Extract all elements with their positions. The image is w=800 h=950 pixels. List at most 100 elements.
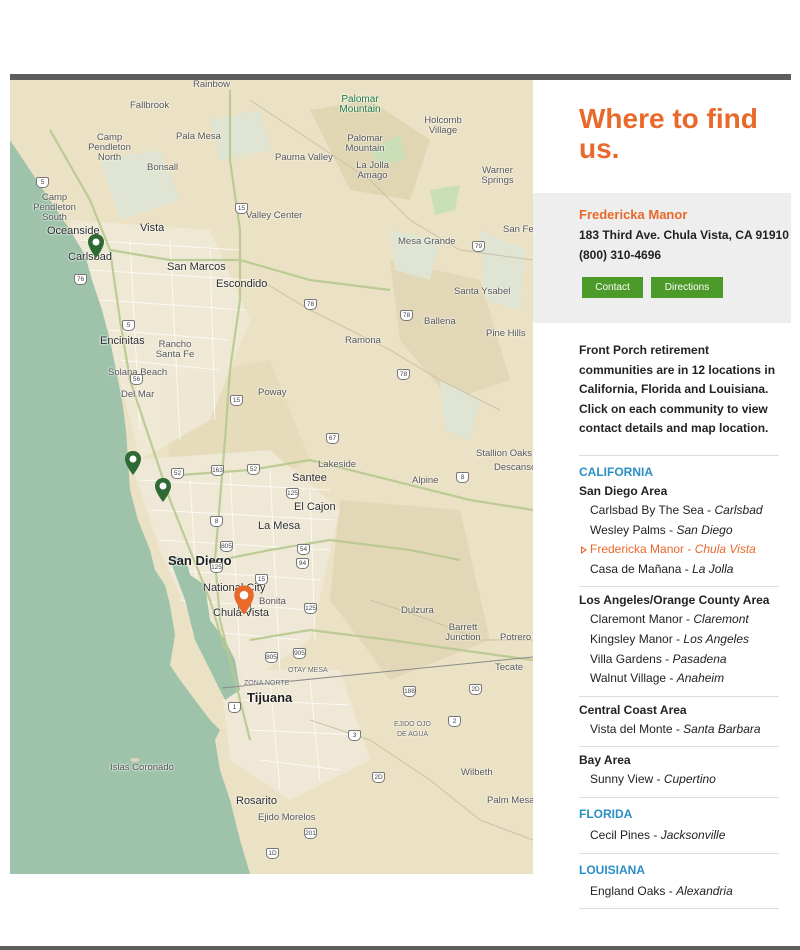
location-name: Wesley Palms bbox=[590, 522, 666, 537]
state-heading[interactable]: FLORIDA bbox=[579, 807, 779, 823]
selected-location-address: 183 Third Ave. Chula Vista, CA 91910 bbox=[579, 228, 789, 242]
map-label: La Jolla Amago bbox=[356, 160, 389, 181]
map-label: Rosarito bbox=[236, 795, 277, 807]
highway-shield: 8 bbox=[210, 516, 223, 527]
state-heading[interactable]: LOUISIANA bbox=[579, 863, 779, 879]
directions-button[interactable]: Directions bbox=[651, 277, 723, 298]
area-group: Central Coast Area Vista del Monte - San… bbox=[579, 703, 779, 748]
location-city: Los Angeles bbox=[683, 631, 749, 646]
map-label: Fallbrook bbox=[130, 100, 170, 111]
highway-shield: 125 bbox=[286, 488, 299, 499]
location-item[interactable]: Sunny View - Cupertino bbox=[579, 770, 779, 790]
map-label: Rancho Santa Fe bbox=[155, 339, 195, 360]
highway-shield: 76 bbox=[74, 274, 87, 285]
map[interactable]: Rainbow Fallbrook Palomar Mountain Holco… bbox=[10, 80, 533, 874]
highway-shield: 125 bbox=[210, 562, 223, 573]
location-city: Santa Barbara bbox=[683, 721, 761, 736]
location-item[interactable]: Cecil Pines - Jacksonville bbox=[579, 826, 779, 846]
map-label: Barrett Junction bbox=[445, 622, 481, 643]
location-item[interactable]: Walnut Village - Anaheim bbox=[579, 669, 779, 689]
map-label: Palomar Mountain bbox=[345, 133, 385, 154]
selected-location-card: Fredericka Manor 183 Third Ave. Chula Vi… bbox=[533, 193, 791, 323]
map-label: San Marcos bbox=[167, 261, 226, 273]
map-pin-carlsbad[interactable] bbox=[87, 234, 105, 258]
location-city: Anaheim bbox=[676, 671, 725, 686]
map-pin-la-jolla[interactable] bbox=[124, 451, 142, 475]
highway-shield: 805 bbox=[265, 652, 278, 663]
map-label: Tecate bbox=[495, 662, 523, 673]
location-item-active[interactable]: Fredericka Manor - Chula Vista bbox=[579, 540, 779, 560]
map-label: San Fel bbox=[503, 224, 533, 235]
area-heading: Central Coast Area bbox=[579, 702, 687, 717]
map-label: Bonita bbox=[259, 596, 286, 607]
map-label: Vista bbox=[140, 222, 165, 234]
locations-panel: Where to find us. Fredericka Manor 183 T… bbox=[533, 80, 791, 946]
map-label: Ballena bbox=[424, 316, 456, 327]
page-title: Where to find us. bbox=[579, 103, 758, 164]
area-group: San Diego Area Carlsbad By The Sea - Car… bbox=[579, 484, 779, 588]
map-label: Palm Mesa bbox=[487, 795, 533, 806]
location-item[interactable]: Villa Gardens - Pasadena bbox=[579, 650, 779, 670]
highway-shield: 94 bbox=[296, 558, 309, 569]
highway-shield: 56 bbox=[130, 374, 143, 385]
location-city: Claremont bbox=[693, 612, 749, 627]
highway-shield: 125 bbox=[304, 603, 317, 614]
state-group: FLORIDA Cecil Pines - Jacksonville bbox=[579, 807, 779, 854]
map-label: Wilbeth bbox=[461, 767, 493, 778]
highway-shield: 163 bbox=[211, 465, 224, 476]
map-label: Lakeside bbox=[318, 459, 357, 470]
map-label: Camp Pendleton North bbox=[88, 132, 131, 163]
map-label: Holcomb Village bbox=[424, 115, 462, 136]
location-name: Fredericka Manor bbox=[590, 542, 685, 557]
highway-shield: 78 bbox=[400, 310, 413, 321]
map-pin-chula-vista-selected[interactable] bbox=[233, 583, 255, 617]
map-pin-san-diego[interactable] bbox=[154, 478, 172, 502]
bottom-divider bbox=[0, 946, 800, 950]
highway-shield: 15 bbox=[230, 395, 243, 406]
location-name: Cecil Pines bbox=[590, 827, 651, 842]
map-label: Ramona bbox=[345, 335, 381, 346]
location-city: Chula Vista bbox=[694, 542, 756, 557]
location-name: Walnut Village bbox=[590, 671, 667, 686]
location-item[interactable]: Casa de Mañana - La Jolla bbox=[579, 560, 779, 580]
map-label: Alpine bbox=[412, 475, 439, 486]
selected-location-name: Fredericka Manor bbox=[579, 207, 688, 222]
location-name: England Oaks bbox=[590, 883, 666, 898]
map-label: Tijuana bbox=[247, 690, 293, 705]
map-label: Islas Coronado bbox=[110, 762, 174, 773]
state-group: LOUISIANA England Oaks - Alexandria bbox=[579, 863, 779, 910]
highway-shield: 78 bbox=[397, 369, 410, 380]
location-item[interactable]: Vista del Monte - Santa Barbara bbox=[579, 720, 779, 740]
map-label: La Mesa bbox=[258, 520, 301, 532]
map-label: Del Mar bbox=[121, 389, 155, 400]
location-name: Casa de Mañana bbox=[590, 561, 682, 576]
map-label: Warner Springs bbox=[481, 165, 514, 186]
state-heading[interactable]: CALIFORNIA bbox=[579, 465, 779, 481]
contact-button[interactable]: Contact bbox=[582, 277, 643, 298]
regions-list: CALIFORNIA San Diego Area Carlsbad By Th… bbox=[579, 455, 779, 910]
map-label: Pala Mesa bbox=[176, 131, 221, 142]
highway-shield: 1D bbox=[266, 848, 279, 859]
location-city: Alexandria bbox=[676, 883, 733, 898]
location-item[interactable]: Claremont Manor - Claremont bbox=[579, 610, 779, 630]
highway-shield: 52 bbox=[171, 468, 184, 479]
location-item[interactable]: Carlsbad By The Sea - Carlsbad bbox=[579, 501, 779, 521]
map-label: ZONA NORTE bbox=[244, 680, 290, 687]
location-city: Pasadena bbox=[672, 651, 727, 666]
highway-shield: 5 bbox=[122, 320, 135, 331]
highway-shield: 15 bbox=[235, 203, 248, 214]
highway-shield: 52 bbox=[247, 464, 260, 475]
highway-shield: 8 bbox=[456, 472, 469, 483]
location-item[interactable]: Wesley Palms - San Diego bbox=[579, 521, 779, 541]
highway-shield: 78 bbox=[304, 299, 317, 310]
location-name: Vista del Monte bbox=[590, 721, 673, 736]
area-group: Los Angeles/Orange County Area Claremont… bbox=[579, 593, 779, 697]
location-item[interactable]: England Oaks - Alexandria bbox=[579, 882, 779, 902]
selected-location-phone[interactable]: (800) 310-4696 bbox=[579, 248, 661, 262]
highway-shield: 1 bbox=[228, 702, 241, 713]
map-label: Valley Center bbox=[246, 210, 303, 221]
map-label: Ejido Morelos bbox=[258, 812, 316, 823]
map-label: Rainbow bbox=[193, 80, 230, 90]
location-item[interactable]: Kingsley Manor - Los Angeles bbox=[579, 630, 779, 650]
map-label: Stallion Oaks bbox=[476, 448, 532, 459]
